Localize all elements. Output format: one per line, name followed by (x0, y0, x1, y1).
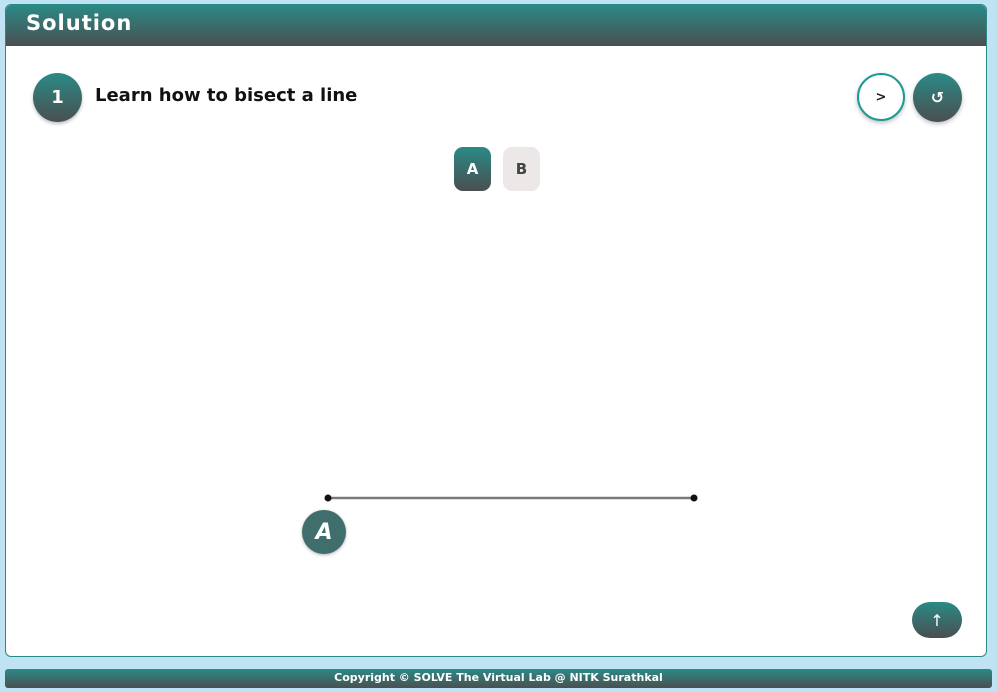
footer: Copyright © SOLVE The Virtual Lab @ NITK… (5, 669, 992, 688)
reset-icon: ↺ (930, 88, 945, 107)
panel-title: Solution (26, 11, 133, 35)
segment-endpoint-left (324, 494, 332, 502)
tab-b[interactable]: B (503, 147, 540, 191)
solution-panel: Solution 1 Learn how to bisect a line > … (5, 4, 987, 657)
next-step-button[interactable]: > (857, 73, 905, 121)
footer-copyright: Copyright © SOLVE The Virtual Lab @ NITK… (334, 671, 663, 684)
point-a-label: A (302, 510, 346, 554)
reset-button[interactable]: ↺ (913, 73, 962, 122)
step-title: Learn how to bisect a line (95, 85, 358, 106)
scroll-to-top-button[interactable]: ↑ (912, 602, 962, 638)
segment-endpoint-right (690, 494, 698, 502)
arrow-up-icon: ↑ (930, 610, 944, 630)
tab-a[interactable]: A (454, 147, 491, 191)
step-number-badge: 1 (33, 73, 82, 122)
panel-header: Solution (6, 5, 986, 46)
